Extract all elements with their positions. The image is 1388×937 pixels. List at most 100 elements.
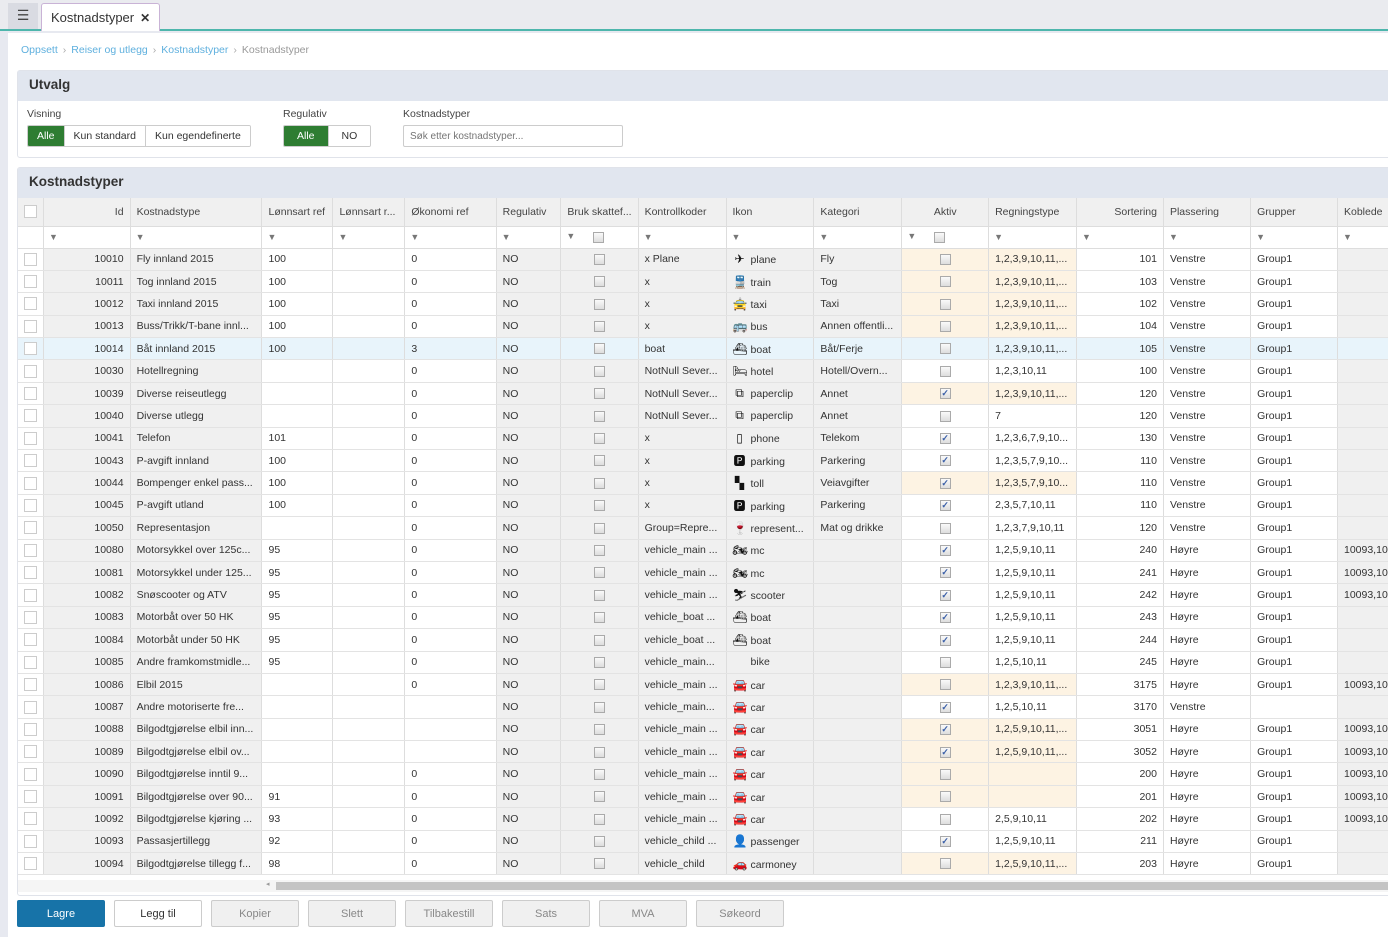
- cell-grupper[interactable]: Group1: [1250, 471, 1338, 495]
- aktiv-checkbox[interactable]: ✓: [939, 455, 951, 467]
- cell-lonnsart-ref[interactable]: 100: [261, 337, 334, 361]
- cell-plassering[interactable]: Høyre: [1163, 718, 1252, 742]
- row-select-cell[interactable]: [18, 315, 44, 339]
- cell-bruk-skattefri[interactable]: [560, 740, 639, 764]
- row-checkbox[interactable]: [24, 498, 37, 512]
- table-row[interactable]: 10084 Motorbåt under 50 HK 95 0 NO vehicle_bo…: [18, 628, 1388, 652]
- cell-lonnsart-r[interactable]: [332, 539, 406, 562]
- cell-plassering[interactable]: Venstre: [1163, 337, 1252, 361]
- cell-lonnsart-r[interactable]: [332, 292, 406, 316]
- filter-cell[interactable]: ▼: [560, 226, 639, 249]
- cell-grupper[interactable]: Group1: [1250, 359, 1338, 383]
- breadcrumb-reiser[interactable]: Reiser og utlegg: [71, 44, 147, 56]
- aktiv-checkbox[interactable]: ✓: [939, 724, 951, 736]
- row-select-cell[interactable]: [18, 740, 44, 764]
- cell-sortering[interactable]: 201: [1076, 785, 1164, 809]
- cell-okonomi-ref[interactable]: 0: [404, 561, 497, 585]
- table-row[interactable]: 10041 Telefon 101 0 NO x ▯ phone Telekom ✓ 1,2,3,6…: [18, 427, 1388, 451]
- row-select-cell[interactable]: [18, 359, 44, 383]
- cell-regningstype[interactable]: 2,5,9,10,11: [988, 807, 1077, 831]
- cell-regningstype[interactable]: 1,2,5,9,10,11,...: [988, 852, 1077, 876]
- row-select-cell[interactable]: [18, 718, 44, 742]
- cell-bruk-skattefri[interactable]: [560, 583, 639, 607]
- row-checkbox[interactable]: [24, 387, 37, 401]
- row-checkbox[interactable]: [24, 767, 37, 781]
- row-select-cell[interactable]: [18, 337, 44, 361]
- rate-button[interactable]: Sats: [502, 900, 590, 927]
- filter-cell[interactable]: ▼: [404, 226, 497, 249]
- cell-sortering[interactable]: 240: [1076, 539, 1164, 562]
- row-select-cell[interactable]: [18, 516, 44, 540]
- cell-grupper[interactable]: Group1: [1250, 561, 1338, 585]
- cell-lonnsart-ref[interactable]: [261, 516, 334, 540]
- row-select-cell[interactable]: [18, 785, 44, 809]
- cell-sortering[interactable]: 3175: [1076, 673, 1164, 697]
- select-all-header[interactable]: [18, 198, 44, 227]
- cell-aktiv[interactable]: ✓: [901, 740, 990, 764]
- table-row[interactable]: 10014 Båt innland 2015 100 3 NO boat ⛴ boat Båt/…: [18, 337, 1388, 361]
- cell-aktiv[interactable]: ✓: [901, 695, 990, 719]
- cell-grupper[interactable]: Group1: [1250, 248, 1338, 271]
- bruk-checkbox[interactable]: [593, 477, 605, 489]
- cell-lonnsart-r[interactable]: [332, 785, 406, 809]
- row-select-cell[interactable]: [18, 404, 44, 428]
- cell-lonnsart-ref[interactable]: [261, 740, 334, 764]
- cell-regningstype[interactable]: 1,2,5,9,10,11: [988, 539, 1077, 562]
- cell-regningstype[interactable]: 1,2,3,9,10,11,...: [988, 270, 1077, 294]
- cell-sortering[interactable]: 211: [1076, 830, 1164, 854]
- cell-bruk-skattefri[interactable]: [560, 651, 639, 674]
- cell-aktiv[interactable]: ✓: [901, 427, 990, 451]
- cell-lonnsart-r[interactable]: [332, 740, 406, 764]
- cell-lonnsart-r[interactable]: [332, 427, 406, 451]
- filter-cell[interactable]: ▼: [988, 226, 1077, 249]
- cell-lonnsart-ref[interactable]: [261, 762, 334, 786]
- table-row[interactable]: 10082 Snøscooter og ATV 95 0 NO vehicle_main …: [18, 583, 1388, 607]
- cell-plassering[interactable]: Høyre: [1163, 830, 1252, 854]
- filter-checkbox[interactable]: [593, 231, 605, 243]
- cell-plassering[interactable]: Høyre: [1163, 807, 1252, 831]
- column-header-15[interactable]: Koblede: [1337, 198, 1388, 227]
- row-select-cell[interactable]: [18, 673, 44, 697]
- row-checkbox[interactable]: [24, 297, 37, 311]
- cell-lonnsart-ref[interactable]: [261, 695, 334, 719]
- cell-bruk-skattefri[interactable]: [560, 315, 639, 339]
- breadcrumb-oppsett[interactable]: Oppsett: [21, 44, 58, 56]
- cell-okonomi-ref[interactable]: 0: [404, 762, 497, 786]
- cell-lonnsart-r[interactable]: [332, 673, 406, 697]
- cell-okonomi-ref[interactable]: 0: [404, 852, 497, 876]
- filter-icon[interactable]: ▼: [732, 232, 741, 242]
- table-row[interactable]: 10091 Bilgodtgjørelse over 90... 91 0 NO vehi…: [18, 785, 1388, 809]
- cell-aktiv[interactable]: ✓: [901, 628, 990, 652]
- filter-cell[interactable]: ▼: [1337, 226, 1388, 249]
- aktiv-checkbox[interactable]: ✓: [939, 567, 951, 579]
- bruk-checkbox[interactable]: [593, 746, 605, 758]
- table-row[interactable]: 10050 Representasjon 0 NO Group=Repre... 🍷 rep…: [18, 516, 1388, 540]
- cell-aktiv[interactable]: [901, 315, 990, 339]
- aktiv-checkbox[interactable]: ✓: [939, 836, 951, 848]
- cell-plassering[interactable]: Venstre: [1163, 292, 1252, 316]
- cell-bruk-skattefri[interactable]: [560, 516, 639, 540]
- row-select-cell[interactable]: [18, 651, 44, 674]
- cell-okonomi-ref[interactable]: 0: [404, 494, 497, 518]
- aktiv-checkbox[interactable]: [939, 365, 951, 377]
- cell-plassering[interactable]: Venstre: [1163, 516, 1252, 540]
- aktiv-checkbox[interactable]: [939, 343, 951, 355]
- cell-grupper[interactable]: Group1: [1250, 494, 1338, 518]
- bruk-checkbox[interactable]: [593, 455, 605, 467]
- cell-sortering[interactable]: 245: [1076, 651, 1164, 674]
- cell-okonomi-ref[interactable]: 0: [404, 539, 497, 562]
- row-select-cell[interactable]: [18, 539, 44, 562]
- cell-bruk-skattefri[interactable]: [560, 628, 639, 652]
- cell-aktiv[interactable]: [901, 852, 990, 876]
- cell-regningstype[interactable]: 1,2,5,9,10,11,...: [988, 740, 1077, 764]
- row-select-cell[interactable]: [18, 248, 44, 271]
- cell-grupper[interactable]: Group1: [1250, 606, 1338, 630]
- cell-grupper[interactable]: Group1: [1250, 270, 1338, 294]
- cell-bruk-skattefri[interactable]: [560, 807, 639, 831]
- column-header-12[interactable]: Sortering: [1076, 198, 1164, 227]
- select-all-checkbox[interactable]: [24, 205, 37, 219]
- cell-lonnsart-ref[interactable]: 100: [261, 292, 334, 316]
- filter-icon[interactable]: ▼: [410, 232, 419, 242]
- table-row[interactable]: 10088 Bilgodtgjørelse elbil inn... NO vehic…: [18, 718, 1388, 742]
- cell-plassering[interactable]: Høyre: [1163, 539, 1252, 562]
